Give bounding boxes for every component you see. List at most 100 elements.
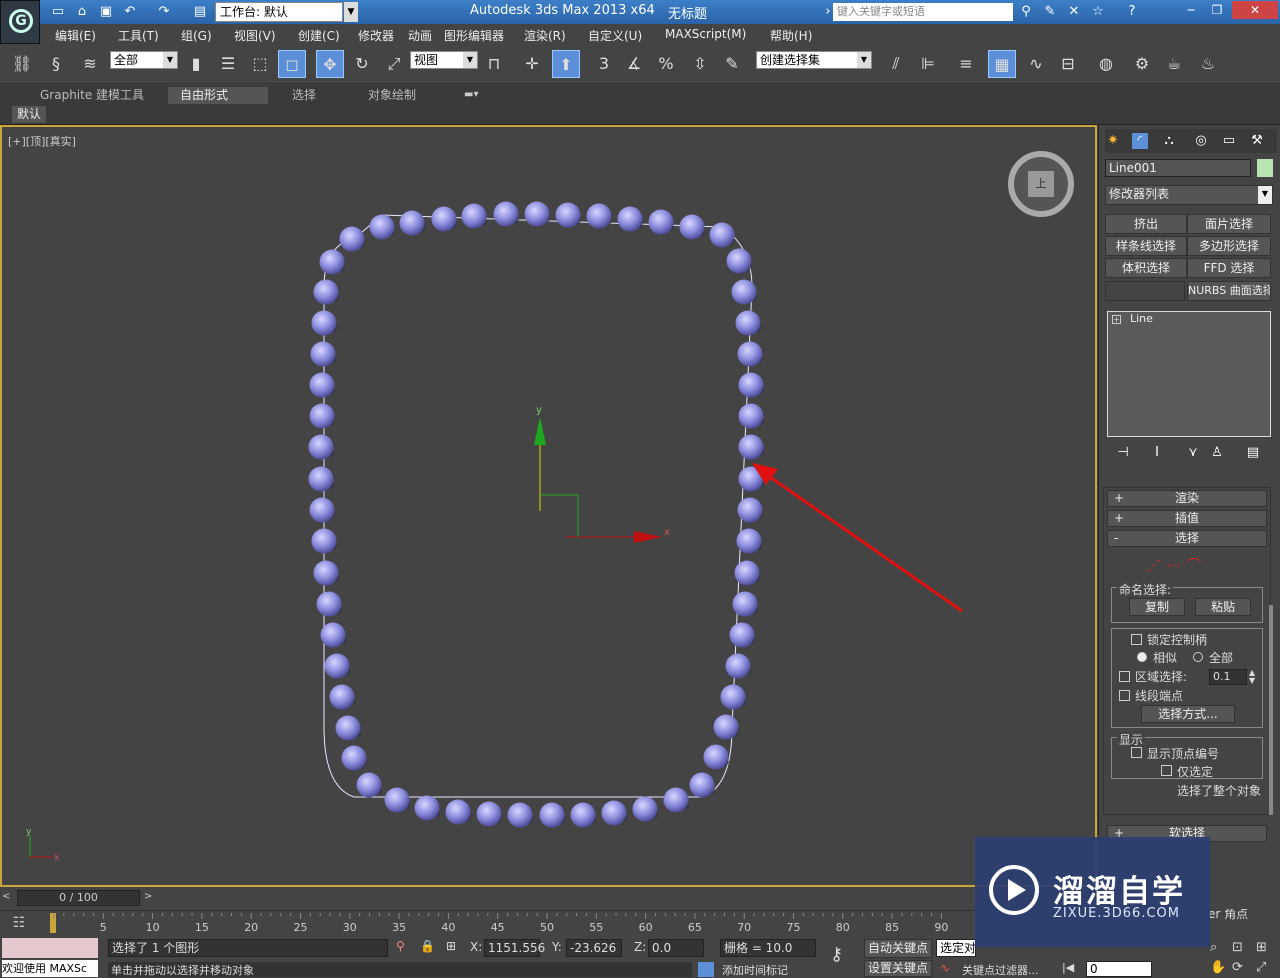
rect-selection-icon[interactable]: ⬚ (246, 50, 274, 78)
render-setup-icon[interactable]: ⚙ (1128, 50, 1156, 78)
add-time-tag-button[interactable]: 添加时间标记 (722, 962, 788, 978)
bead-sphere[interactable] (308, 434, 334, 460)
tab-selection[interactable]: 选择 (280, 87, 328, 104)
extrude-button[interactable]: 挤出 (1105, 214, 1187, 234)
bead-sphere[interactable] (384, 787, 410, 813)
stack-item-line[interactable]: Line (1130, 312, 1153, 325)
redo-icon[interactable]: ↷ (156, 4, 172, 20)
maximize-button[interactable]: ❐ (1204, 1, 1230, 19)
current-frame-field[interactable]: 0 (1086, 961, 1152, 977)
bead-sphere[interactable] (311, 528, 337, 554)
bead-sphere[interactable] (461, 203, 487, 229)
bead-sphere[interactable] (738, 372, 764, 398)
subscription-icon[interactable]: ✎ (1042, 4, 1058, 20)
isolate-selection-icon[interactable]: ⚲ (396, 939, 405, 953)
open-file-icon[interactable]: ⌂ (74, 4, 90, 20)
select-by-button[interactable]: 选择方式... (1141, 705, 1235, 723)
workspace-dropdown[interactable]: 工作台: 默认 (215, 2, 343, 22)
zoom-extents-icon[interactable]: ⊡ (1232, 940, 1243, 955)
nurbs-surface-select-button[interactable]: NURBS 曲面选择 (1187, 281, 1271, 301)
angle-snap-icon[interactable]: ∡ (620, 50, 648, 78)
window-crossing-icon[interactable]: ◻ (278, 50, 306, 78)
bead-sphere[interactable] (725, 653, 751, 679)
utilities-tab-icon[interactable]: ⚒ (1249, 133, 1265, 149)
lock-handles-checkbox[interactable] (1131, 634, 1142, 645)
align-icon[interactable]: ⊫ (914, 50, 942, 78)
x-coord-field[interactable]: 1151.556 (484, 939, 545, 957)
rendered-frame-icon[interactable]: ☕ (1160, 50, 1188, 78)
menu-group[interactable]: 组(G) (181, 27, 212, 44)
bead-sphere[interactable] (311, 310, 337, 336)
zoom-icon[interactable]: ⌕ (1210, 940, 1217, 955)
motion-tab-icon[interactable]: ◎ (1193, 133, 1209, 149)
close-button[interactable]: ✕ (1232, 1, 1278, 19)
menu-views[interactable]: 视图(V) (234, 27, 276, 44)
curve-editor-icon[interactable]: ∿ (1022, 50, 1050, 78)
bead-sphere[interactable] (734, 560, 760, 586)
percent-snap-icon[interactable]: % (652, 50, 680, 78)
bead-sphere[interactable] (709, 222, 735, 248)
app-logo-button[interactable]: G (0, 0, 40, 44)
render-production-icon[interactable]: ♨ (1194, 50, 1222, 78)
tab-graphite-modeling[interactable]: Graphite 建模工具 (28, 87, 156, 104)
bead-sphere[interactable] (729, 622, 755, 648)
key-icon[interactable]: ⚷ (830, 944, 843, 965)
area-select-checkbox[interactable] (1119, 671, 1130, 682)
viewport-top[interactable]: [+][顶][真实] 上 y x y x (0, 125, 1097, 887)
bead-sphere[interactable] (476, 801, 502, 827)
bead-sphere[interactable] (310, 341, 336, 367)
tab-freeform[interactable]: 自由形式 (168, 87, 268, 104)
bead-sphere[interactable] (320, 622, 346, 648)
spinner-arrows-icon[interactable]: ▲ ▼ (1249, 669, 1255, 685)
orbit-icon[interactable]: ⟳ (1232, 960, 1243, 975)
bead-sphere[interactable] (309, 497, 335, 523)
menu-help[interactable]: 帮助(H) (770, 27, 812, 44)
maximize-viewport-icon[interactable]: ⤢ (1256, 960, 1266, 975)
bead-sphere[interactable] (703, 744, 729, 770)
minimize-button[interactable]: ─ (1178, 1, 1204, 19)
bead-sphere[interactable] (316, 591, 342, 617)
graphite-toggle-icon[interactable]: ▦ (988, 50, 1016, 78)
menu-graph-editors[interactable]: 图形编辑器 (444, 27, 504, 44)
panel-scrollbar[interactable] (1269, 605, 1273, 815)
favorites-star-icon[interactable]: ☆ (1090, 4, 1106, 20)
key-mode-dropdown[interactable]: 选定对 (936, 939, 976, 957)
bead-sphere[interactable] (507, 802, 533, 828)
bead-sphere[interactable] (524, 201, 550, 227)
selection-filter-dropdown[interactable]: 全部 ▼ (110, 51, 178, 69)
mirror-icon[interactable]: ⫽ (882, 50, 910, 78)
manipulate-icon[interactable]: ✛ (518, 50, 546, 78)
copy-button[interactable]: 复制 (1129, 598, 1185, 616)
maxscript-listener-mini[interactable] (2, 938, 98, 958)
new-file-icon[interactable]: ▭ (50, 4, 66, 20)
bead-sphere[interactable] (356, 772, 382, 798)
bead-sphere[interactable] (586, 203, 612, 229)
hierarchy-tab-icon[interactable]: ⛬ (1161, 133, 1177, 149)
menu-maxscript[interactable]: MAXScript(M) (665, 27, 746, 41)
spline-select-button[interactable]: 样条线选择 (1105, 236, 1187, 256)
rollout-selection-header[interactable]: - 选择 (1107, 530, 1267, 547)
selection-lock-icon[interactable]: 🔒 (420, 939, 435, 953)
schematic-view-icon[interactable]: ⊟ (1054, 50, 1082, 78)
select-by-name-icon[interactable]: ☰ (214, 50, 242, 78)
bead-sphere[interactable] (313, 279, 339, 305)
time-tag-icon[interactable] (698, 962, 714, 977)
bead-sphere[interactable] (319, 249, 345, 275)
material-editor-icon[interactable]: ◍ (1092, 50, 1120, 78)
set-key-button[interactable]: 设置关键点 (864, 960, 932, 977)
bead-sphere[interactable] (720, 684, 746, 710)
auto-key-button[interactable]: 自动关键点 (864, 939, 932, 958)
bead-sphere[interactable] (339, 226, 365, 252)
all-radio[interactable] (1193, 652, 1203, 662)
bead-sphere[interactable] (679, 214, 705, 240)
bead-sphere[interactable] (726, 248, 752, 274)
bead-sphere[interactable] (738, 434, 764, 460)
remove-modifier-icon[interactable]: ♙ (1209, 445, 1225, 461)
make-unique-icon[interactable]: ⋎ (1185, 445, 1201, 461)
create-tab-icon[interactable]: ✷ (1105, 133, 1121, 149)
object-name-field[interactable]: Line001 (1105, 159, 1251, 177)
select-and-move-icon[interactable]: ✥ (316, 50, 344, 78)
menu-edit[interactable]: 编辑(E) (55, 27, 96, 44)
only-selected-checkbox[interactable] (1161, 765, 1172, 776)
select-and-scale-icon[interactable]: ⤢ (380, 50, 408, 78)
